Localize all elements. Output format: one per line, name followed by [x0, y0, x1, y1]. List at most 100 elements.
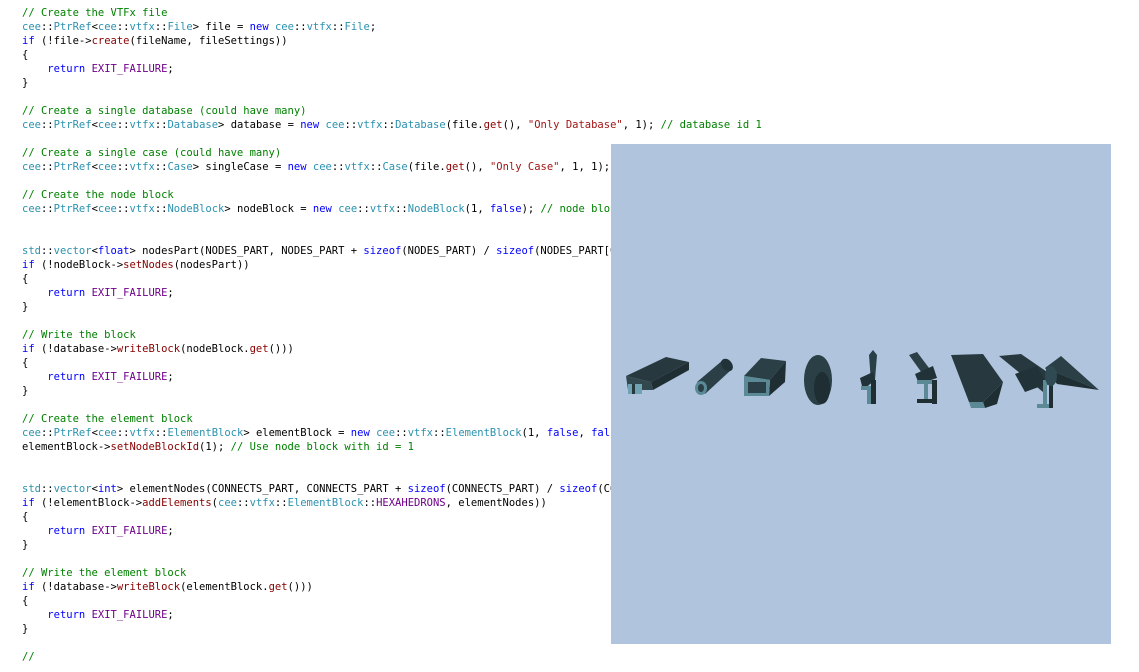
code-token-comment: // — [22, 651, 35, 663]
code-token-type: vtfx — [129, 21, 155, 33]
part-pipe — [695, 358, 733, 395]
code-token-plain: (elementBlock. — [180, 581, 269, 593]
code-token-type: vtfx — [369, 203, 396, 215]
code-token-type: std — [22, 483, 41, 495]
code-token-plain: :: — [433, 427, 446, 439]
code-token-plain: (!elementBlock-> — [34, 497, 143, 509]
code-token-comment: // Create the VTFx file — [22, 7, 168, 19]
code-token-type: cee — [22, 21, 41, 33]
code-token-macro: EXIT_FAILURE — [91, 371, 168, 383]
viewer-canvas[interactable] — [611, 144, 1111, 644]
code-token-plain: , — [578, 427, 592, 439]
code-token-keyword: new — [350, 427, 370, 439]
code-token-type: Database — [167, 119, 219, 131]
code-token-plain: :: — [331, 161, 345, 173]
code-token-type: ElementBlock — [167, 427, 244, 439]
code-token-func: get — [445, 161, 465, 173]
code-token-type: PtrRef — [53, 161, 92, 173]
code-token-type: vtfx — [306, 21, 332, 33]
code-token-keyword: new — [312, 203, 332, 215]
code-token-type: File — [344, 21, 370, 33]
code-token-plain: (1); — [199, 441, 231, 453]
code-token-plain: } — [22, 301, 29, 313]
code-token-plain: ; — [167, 525, 174, 537]
code-token-plain: (fileName, fileSettings)) — [129, 35, 288, 47]
code-token-keyword: new — [300, 119, 320, 131]
code-token-plain: ; — [167, 609, 174, 621]
code-token-plain: :: — [116, 21, 130, 33]
code-token-plain: :: — [116, 119, 130, 131]
code-token-plain: :: — [40, 245, 54, 257]
code-token-type: PtrRef — [53, 203, 92, 215]
code-token-plain: } — [22, 77, 29, 89]
code-token-plain: :: — [154, 427, 168, 439]
part-ellipse-section — [804, 355, 832, 405]
code-token-type: vtfx — [129, 203, 155, 215]
code-token-type: std — [22, 245, 41, 257]
code-token-plain: :: — [116, 427, 130, 439]
code-line: } — [22, 76, 762, 90]
code-token-plain: > database = — [218, 119, 301, 131]
code-token-keyword: int — [97, 483, 117, 495]
code-token-plain: :: — [116, 203, 130, 215]
code-token-plain: ; — [369, 21, 377, 33]
code-token-keyword: if — [22, 581, 35, 593]
code-token-type: vector — [53, 245, 92, 257]
code-token-plain: :: — [40, 203, 54, 215]
code-token-plain: ; — [167, 287, 174, 299]
code-token-type: Case — [382, 161, 408, 173]
code-token-plain: :: — [357, 203, 370, 215]
code-token-type: cee — [97, 203, 117, 215]
code-token-keyword: sizeof — [363, 245, 402, 257]
code-token-type: cee — [22, 161, 41, 173]
code-token-type: cee — [22, 427, 41, 439]
code-token-plain: :: — [274, 497, 288, 509]
code-token-keyword: sizeof — [496, 245, 535, 257]
code-token-func: setNodes — [123, 259, 174, 271]
code-token-type: cee — [325, 119, 345, 131]
code-token-plain: (!database-> — [34, 343, 117, 355]
code-token-func: get — [268, 581, 288, 593]
code-token-macro: EXIT_FAILURE — [91, 287, 168, 299]
code-token-type: vector — [53, 483, 92, 495]
code-token-plain: :: — [331, 21, 345, 33]
code-token-plain: (1, — [464, 203, 490, 215]
code-token-keyword: sizeof — [407, 483, 446, 495]
code-token-func: get — [483, 119, 503, 131]
code-token-plain: (CONNECTS_PART) / — [445, 483, 560, 495]
code-token-plain: :: — [363, 497, 377, 509]
code-token-plain: ())) — [287, 581, 313, 593]
code-token-plain: :: — [344, 119, 358, 131]
code-token-plain: { — [22, 273, 29, 285]
code-line: cee::PtrRef<cee::vtfx::Database> databas… — [22, 118, 762, 132]
code-token-type: cee — [97, 119, 117, 131]
part-trapezoid-tube — [951, 354, 1003, 408]
code-token-type: cee — [97, 427, 117, 439]
code-token-plain: (!nodeBlock-> — [34, 259, 124, 271]
code-token-type: cee — [22, 119, 41, 131]
code-token-macro: HEXAHEDRONS — [376, 497, 446, 509]
code-token-comment: // Create the element block — [22, 413, 193, 425]
code-token-plain: (), — [502, 119, 528, 131]
code-token-keyword: return — [47, 63, 86, 75]
code-token-plain: :: — [40, 161, 54, 173]
code-token-type: cee — [338, 203, 358, 215]
code-token-plain: ); — [521, 203, 541, 215]
3d-viewer[interactable] — [611, 144, 1111, 644]
code-token-keyword: sizeof — [559, 483, 598, 495]
code-token-keyword: return — [47, 371, 86, 383]
code-token-string: "Only Database" — [527, 119, 623, 131]
code-token-plain: { — [22, 49, 29, 61]
code-token-plain: ())) — [268, 343, 294, 355]
code-token-plain: > elementBlock = — [243, 427, 351, 439]
code-token-plain: , 1, 1); — [559, 161, 617, 173]
code-token-keyword: false — [546, 427, 579, 439]
code-token-macro: EXIT_FAILURE — [91, 525, 168, 537]
code-token-macro: EXIT_FAILURE — [91, 63, 168, 75]
code-token-comment: // Create a single database (could have … — [22, 105, 307, 117]
part-cone — [1045, 356, 1099, 390]
code-token-type: vtfx — [344, 161, 370, 173]
